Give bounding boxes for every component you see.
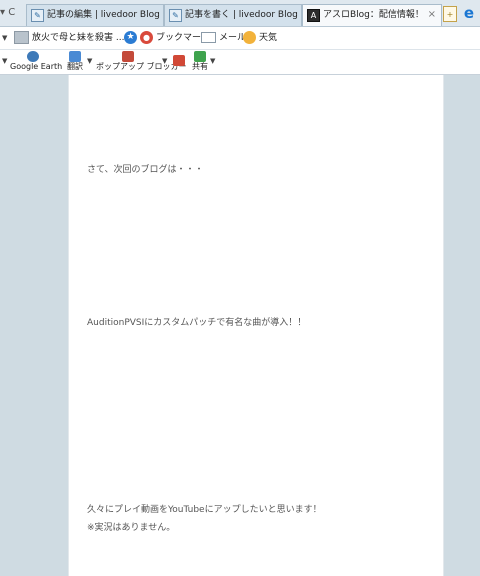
refresh-control[interactable]: ▾ C bbox=[0, 0, 24, 26]
google-plus-icon bbox=[173, 55, 185, 66]
command-toolbar: ▼ Google Earth 翻訳 ▼ ポップアップ ブロッカー ▼ 共有 ▼ bbox=[0, 50, 480, 75]
share-dropdown-icon[interactable]: ▼ bbox=[210, 56, 215, 65]
favorites-bar: ▼ 放火で母と妹を殺害 ... ▼ ★●ブックマーク メール 天気 bbox=[0, 27, 480, 50]
translate-button[interactable]: 翻訳 bbox=[64, 51, 86, 72]
favorite-news-link[interactable]: 放火で母と妹を殺害 ... ▼ bbox=[14, 30, 133, 46]
favorite-weather-link[interactable]: 天気 bbox=[243, 30, 277, 46]
popup-blocker-icon bbox=[122, 51, 134, 62]
popup-blocker-label: ポップアップ ブロッカー bbox=[96, 62, 187, 71]
article-line-next-blog: さて、次回のブログは・・・ bbox=[87, 165, 204, 175]
new-tab-button[interactable]: + bbox=[443, 6, 457, 22]
star-icon: ★ bbox=[124, 31, 137, 44]
bookmark-icon: ● bbox=[140, 31, 153, 44]
article-line-youtube: 久々にプレイ動画をYouTubeにアップしたいと思います！ bbox=[87, 505, 322, 515]
weather-icon bbox=[243, 31, 256, 44]
favorites-chevron-icon[interactable]: ▼ bbox=[2, 30, 7, 46]
popup-blocker-button[interactable]: ポップアップ ブロッカー bbox=[96, 51, 187, 72]
translate-dropdown-icon[interactable]: ▼ bbox=[87, 56, 92, 65]
blog-article-body: さて、次回のブログは・・・ AuditionPVSIにカスタムパッチで有名な曲が… bbox=[68, 75, 444, 576]
tab-label: 記事を書く | livedoor Blog bbox=[185, 10, 298, 20]
tab-write-article[interactable]: ✎ 記事を書く | livedoor Blog bbox=[164, 4, 302, 26]
asro-icon: A bbox=[307, 9, 320, 22]
tab-label: アスロBlog：配信情報！ bbox=[323, 10, 424, 20]
google-earth-button[interactable]: Google Earth bbox=[10, 51, 63, 72]
tab-label: 記事の編集 | livedoor Blog bbox=[47, 10, 160, 20]
tab-asro-blog[interactable]: A アスロBlog：配信情報！ × bbox=[302, 4, 442, 26]
google-plus-button[interactable] bbox=[172, 55, 186, 66]
article-line-audition: AuditionPVSIにカスタムパッチで有名な曲が導入！！ bbox=[87, 318, 307, 328]
blog-icon: ✎ bbox=[169, 9, 182, 22]
share-icon bbox=[194, 51, 206, 62]
news-feed-icon bbox=[14, 31, 29, 44]
favorite-mail-label: メール bbox=[219, 33, 247, 43]
close-tab-icon[interactable]: × bbox=[428, 5, 436, 25]
google-earth-icon bbox=[27, 51, 39, 62]
favorite-mail-link[interactable]: メール bbox=[201, 30, 246, 46]
translate-label: 翻訳 bbox=[67, 62, 83, 71]
translate-icon bbox=[69, 51, 81, 62]
share-label: 共有 bbox=[192, 62, 208, 71]
toolbar-chevron-icon[interactable]: ▼ bbox=[2, 56, 7, 65]
mail-icon bbox=[201, 32, 216, 43]
ie-icon[interactable]: e bbox=[461, 5, 477, 21]
favorite-bookmark-link[interactable]: ★ ● ブックマーク bbox=[124, 30, 210, 46]
article-line-no-commentary: ※実況はありません。 bbox=[87, 523, 176, 533]
blog-icon: ✎ bbox=[31, 9, 44, 22]
google-earth-label: Google Earth bbox=[10, 62, 63, 71]
favorite-weather-label: 天気 bbox=[259, 33, 278, 43]
share-button[interactable]: 共有 bbox=[190, 51, 210, 72]
tab-edit-article[interactable]: ✎ 記事の編集 | livedoor Blog bbox=[26, 4, 164, 26]
tab-bar: ▾ C ✎ 記事の編集 | livedoor Blog ✎ 記事を書く | li… bbox=[0, 0, 480, 27]
favorite-news-label: 放火で母と妹を殺害 ... bbox=[32, 33, 125, 43]
popup-dropdown-icon[interactable]: ▼ bbox=[162, 56, 167, 65]
